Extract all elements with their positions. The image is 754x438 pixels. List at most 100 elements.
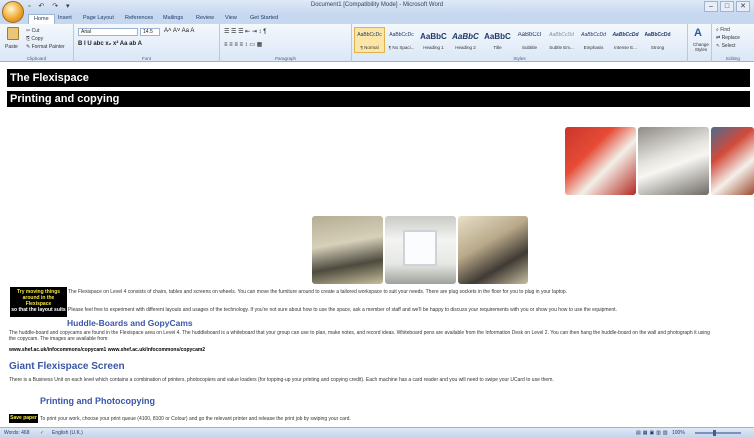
style-strong[interactable]: AaBbCcDd Strong	[642, 27, 673, 53]
style-name: Heading 1	[423, 45, 444, 50]
font-name-dropdown[interactable]: Arial	[78, 28, 138, 36]
style-sample: AaBbCcDd	[612, 32, 639, 38]
font-format-tools[interactable]: B I U abc x₂ x² Aa ab A	[78, 41, 142, 47]
style-name: Subtle Em...	[549, 45, 574, 50]
tab-review[interactable]: Review	[196, 15, 214, 21]
word-count[interactable]: Words: 468	[4, 430, 29, 436]
style-name: Strong	[650, 45, 665, 50]
style-no-spacing[interactable]: AaBbCcDc ¶ No Spaci...	[386, 27, 417, 53]
style-sample: AaBbCcDc	[389, 32, 414, 38]
font-group: Arial 14.5 A˄ A˅ Aa A B I U abc x₂ x² Aa…	[74, 24, 220, 62]
list-tools[interactable]: ☰ ☰ ☰ ⇤ ⇥ ↕ ¶	[224, 28, 266, 35]
find-button[interactable]: ⌕ Find	[716, 27, 730, 33]
style-heading-2[interactable]: AaBbC Heading 2	[450, 27, 481, 53]
change-styles-group[interactable]: A Change Styles	[688, 24, 712, 62]
editing-group: ⌕ Find ⇄ Replace ↖ Select Editing	[712, 24, 754, 62]
tab-home[interactable]: Home	[28, 14, 55, 24]
select-label: Select	[721, 43, 736, 49]
paragraph-group: ☰ ☰ ☰ ⇤ ⇥ ↕ ¶ ≡ ≡ ≡ ≡ ↕ ▭ ▦ Paragraph	[220, 24, 352, 62]
style-name: Emphasis	[583, 45, 604, 50]
paste-icon[interactable]	[7, 27, 19, 40]
format-painter-button[interactable]: ✎ Format Painter	[26, 44, 65, 50]
intro-paragraph: The Flexispace on Level 4 consists of ch…	[68, 289, 568, 295]
status-bar: Words: 468 ✓ English (U.K.) ▤▦▣▥▧ 100%	[0, 427, 754, 438]
style-intense-emphasis[interactable]: AaBbCcDd Intense E...	[610, 27, 641, 53]
zoom-level[interactable]: 100%	[672, 430, 685, 436]
style-sample: AaBbCcDd	[644, 32, 671, 38]
maximize-button[interactable]: □	[720, 1, 734, 12]
window-title: Document1 [Compatibility Mode] - Microso…	[310, 2, 444, 8]
styles-label: Styles	[513, 56, 526, 61]
replace-button[interactable]: ⇄ Replace	[716, 35, 740, 41]
language-indicator[interactable]: English (U.K.)	[52, 430, 83, 436]
heading-huddle-boards: Huddle-Boards and GopyCams	[67, 318, 193, 328]
cut-button[interactable]: ✂ Cut	[26, 28, 39, 34]
subtitle-banner: Printing and copying	[7, 91, 750, 107]
select-button[interactable]: ↖ Select	[716, 43, 736, 49]
printer-photo-1	[565, 127, 636, 195]
style-emphasis[interactable]: AaBbCcDd Emphasis	[578, 27, 609, 53]
paste-button[interactable]: Paste	[5, 44, 18, 50]
proofing-icon[interactable]: ✓	[40, 430, 44, 436]
tab-references[interactable]: References	[125, 15, 153, 21]
office-button[interactable]	[2, 1, 24, 23]
view-buttons[interactable]: ▤▦▣▥▧	[636, 430, 670, 436]
printer-photo-3	[711, 127, 754, 195]
style-sample: AaBbCcDc	[357, 32, 382, 38]
tab-page-layout[interactable]: Page Layout	[83, 15, 114, 21]
style-name: ¶ No Spaci...	[388, 45, 415, 50]
font-label: Font	[141, 56, 151, 61]
style-name: Intense E...	[614, 45, 637, 50]
replace-label: Replace	[721, 35, 740, 41]
window-controls: – □ ✕	[704, 1, 750, 12]
style-heading-1[interactable]: AaBbC Heading 1	[418, 27, 449, 53]
style-sample: AaBbC	[484, 32, 511, 41]
font-size-dropdown[interactable]: 14.5	[140, 28, 160, 36]
huddle-paragraph-cont: the copycam. The images are available fr…	[9, 336, 109, 342]
huddle-paragraph: The huddle-board and copycams are found …	[9, 330, 710, 336]
tip-box: Try moving things around in the Flexispa…	[10, 287, 67, 317]
title-bar: ▫ ↶ ↷ ▾ Document1 [Compatibility Mode] -…	[0, 0, 754, 14]
styles-group: AaBbCcDc ¶ Normal AaBbCcDc ¶ No Spaci...…	[352, 24, 688, 62]
style-name: Title	[493, 45, 502, 50]
copycam-links[interactable]: www.shef.ac.uk/infocommons/copycam1 www.…	[9, 347, 205, 353]
zoom-slider-handle[interactable]	[713, 430, 716, 436]
style-name: ¶ Normal	[360, 45, 379, 50]
tab-mailings[interactable]: Mailings	[163, 15, 183, 21]
style-sample: AaBbCcDd	[581, 32, 606, 38]
save-paper-box: Save paper	[9, 414, 38, 423]
style-subtitle[interactable]: AaBbCcI Subtitle	[514, 27, 545, 53]
style-normal[interactable]: AaBbCcDc ¶ Normal	[354, 27, 385, 53]
style-sample: AaBbC	[420, 32, 447, 41]
document-page[interactable]: The Flexispace Printing and copying Try …	[0, 63, 754, 427]
style-subtle-emphasis[interactable]: AaBbCcDd Subtle Em...	[546, 27, 577, 53]
change-styles-icon: A	[694, 27, 702, 39]
close-button[interactable]: ✕	[736, 1, 750, 12]
editing-label: Editing	[726, 56, 740, 61]
ribbon: Paste ✂ Cut ⎘ Copy ✎ Format Painter Clip…	[0, 24, 754, 62]
printer-photo-2	[638, 127, 709, 195]
minimize-button[interactable]: –	[704, 1, 718, 12]
heading-giant-screen: Giant Flexispace Screen	[9, 361, 125, 372]
tab-insert[interactable]: Insert	[58, 15, 72, 21]
style-sample: AaBbCcDd	[549, 32, 574, 38]
change-styles-button[interactable]: Change Styles	[689, 42, 713, 52]
copy-label: Copy	[31, 36, 44, 42]
tip-line: so that the layout suits	[11, 307, 66, 313]
copy-button[interactable]: ⎘ Copy	[26, 36, 43, 42]
heading-printing: Printing and Photocopying	[40, 396, 155, 406]
cut-label: Cut	[31, 28, 40, 34]
huddle-board-photo	[385, 216, 456, 284]
printing-paragraph: To print your work, choose your print qu…	[40, 416, 351, 422]
zoom-slider-track[interactable]	[695, 432, 741, 434]
style-title[interactable]: AaBbC Title	[482, 27, 513, 53]
tab-view[interactable]: View	[225, 15, 237, 21]
clipboard-label: Clipboard	[26, 56, 47, 61]
font-tools-row1[interactable]: A˄ A˅ Aa A	[164, 28, 194, 34]
paragraph-label: Paragraph	[274, 56, 296, 61]
style-name: Subtitle	[521, 45, 537, 50]
align-tools[interactable]: ≡ ≡ ≡ ≡ ↕ ▭ ▦	[224, 41, 262, 48]
ribbon-tabs: Home Insert Page Layout References Maili…	[0, 14, 754, 24]
tab-get-started[interactable]: Get Started	[250, 15, 278, 21]
title-banner: The Flexispace	[7, 69, 750, 87]
